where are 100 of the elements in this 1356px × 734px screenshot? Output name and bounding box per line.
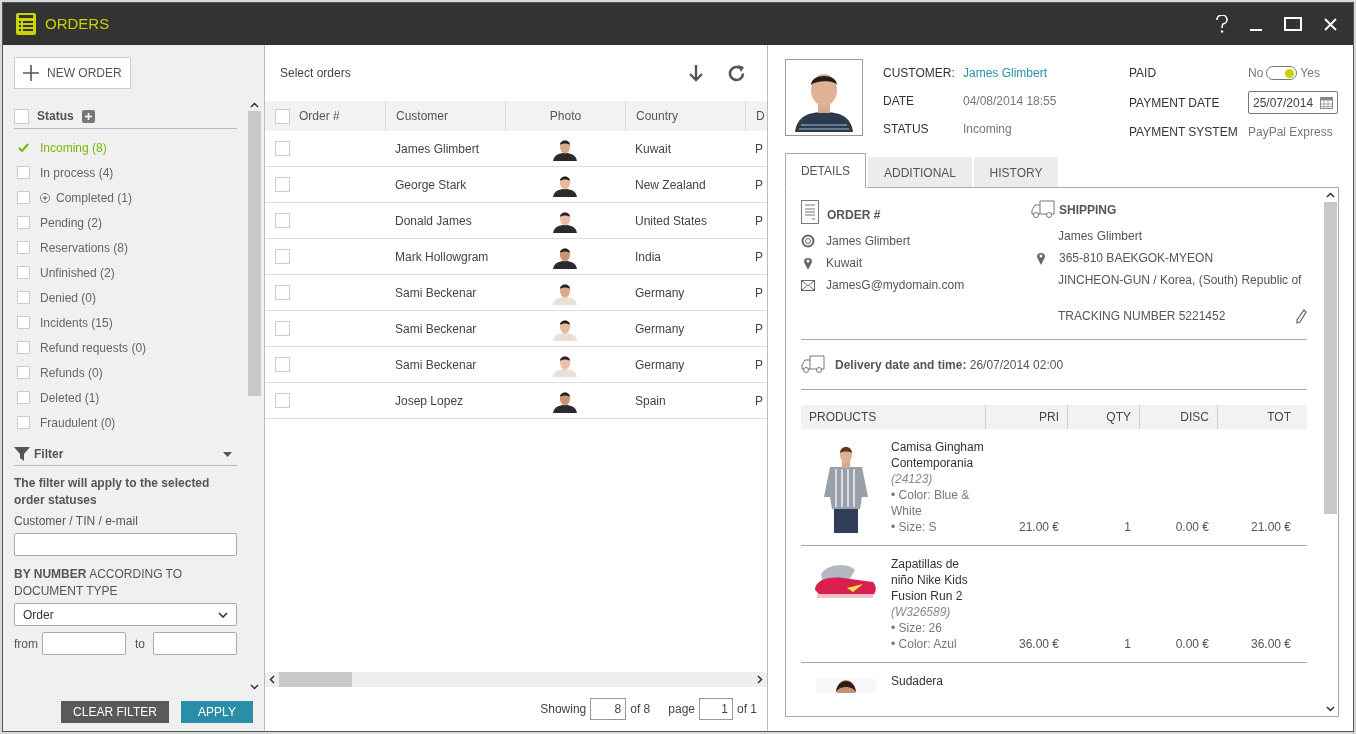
status-item[interactable]: Fraudulent (0) bbox=[40, 413, 116, 432]
status-item[interactable]: Deleted (1) bbox=[40, 388, 100, 407]
table-cell-text: Germany bbox=[635, 320, 685, 338]
column-header[interactable]: Order # bbox=[299, 107, 340, 125]
column-header[interactable]: QTY bbox=[1106, 408, 1131, 426]
checkbox[interactable] bbox=[17, 416, 30, 429]
checkbox[interactable] bbox=[17, 166, 30, 179]
checkbox[interactable] bbox=[275, 321, 290, 336]
tab[interactable]: DETAILS bbox=[785, 153, 866, 188]
clear-filter-button[interactable]: CLEAR FILTER bbox=[61, 701, 169, 723]
field-label: CUSTOMER: bbox=[883, 65, 956, 82]
chevron-down-icon[interactable] bbox=[249, 684, 259, 690]
dropdown[interactable]: Order bbox=[14, 603, 237, 626]
status-item[interactable]: Reservations (8) bbox=[40, 238, 129, 257]
date-field[interactable]: 25/07/2014 bbox=[1248, 91, 1338, 114]
customer-link[interactable]: James Glimbert bbox=[963, 64, 1048, 82]
field-label: PAYMENT DATE bbox=[1129, 94, 1221, 112]
status-item[interactable]: Incidents (15) bbox=[40, 313, 113, 332]
checkbox[interactable] bbox=[17, 216, 30, 229]
checkbox[interactable] bbox=[275, 249, 290, 264]
refresh-icon[interactable] bbox=[728, 64, 746, 82]
status-item[interactable]: In process (4) bbox=[40, 163, 114, 182]
checkbox[interactable] bbox=[17, 266, 30, 279]
help-icon[interactable] bbox=[1216, 15, 1228, 33]
page-size-field[interactable]: 8 bbox=[590, 698, 627, 720]
chevron-up-icon[interactable] bbox=[249, 102, 259, 108]
column-header[interactable]: Customer bbox=[396, 107, 448, 125]
column-header[interactable]: Country bbox=[636, 107, 679, 125]
checkbox[interactable] bbox=[275, 108, 290, 124]
column-header[interactable]: PRODUCTS bbox=[809, 408, 877, 426]
plus-icon bbox=[23, 65, 39, 81]
input-field[interactable] bbox=[42, 632, 126, 655]
checkbox[interactable] bbox=[275, 177, 290, 192]
checkbox[interactable] bbox=[17, 291, 30, 304]
address-line: 365-810 BAEKGOK-MYEON bbox=[1059, 250, 1214, 267]
maximize-icon[interactable] bbox=[1284, 17, 1302, 31]
checkbox[interactable] bbox=[17, 366, 30, 379]
status-item[interactable]: Refund requests (0) bbox=[40, 338, 147, 357]
tracking-number: TRACKING NUMBER 5221452 bbox=[1058, 308, 1226, 325]
table-cell: 21.00 € bbox=[1018, 519, 1059, 535]
checkbox[interactable] bbox=[275, 285, 290, 300]
envelope-icon bbox=[801, 279, 815, 291]
section-title: SHIPPING bbox=[1059, 202, 1117, 219]
download-arrow-icon[interactable] bbox=[689, 64, 703, 82]
product-option: • Size: S bbox=[891, 519, 985, 535]
chevron-down-icon[interactable] bbox=[1326, 706, 1335, 712]
checkbox[interactable] bbox=[17, 341, 30, 354]
apply-button[interactable]: APPLY bbox=[181, 701, 253, 723]
table-cell-text: Josep Lopez bbox=[395, 392, 464, 410]
input-field[interactable] bbox=[153, 632, 237, 655]
chevron-left-icon[interactable] bbox=[269, 675, 275, 684]
scrollbar-thumb[interactable] bbox=[247, 111, 261, 396]
checkbox[interactable] bbox=[275, 357, 290, 372]
checkbox[interactable] bbox=[14, 108, 29, 124]
status-item[interactable]: Pending (2) bbox=[40, 213, 103, 232]
field-label: Customer / TIN / e-mail bbox=[14, 513, 139, 530]
column-header[interactable]: Photo bbox=[549, 107, 582, 125]
status-item[interactable]: Completed (1) bbox=[56, 188, 133, 207]
checkbox[interactable] bbox=[17, 391, 30, 404]
scrollbar-thumb[interactable] bbox=[279, 672, 352, 687]
tab[interactable]: HISTORY bbox=[974, 157, 1058, 188]
input-field[interactable] bbox=[14, 533, 237, 556]
chevron-right-icon[interactable] bbox=[757, 675, 763, 684]
expand-icon[interactable] bbox=[40, 192, 50, 203]
checkbox[interactable] bbox=[17, 316, 30, 329]
table-cell-text: P bbox=[755, 248, 763, 266]
lifebuoy-icon bbox=[801, 234, 815, 248]
tab[interactable]: ADDITIONAL bbox=[868, 157, 972, 188]
panel-title: Select orders bbox=[280, 65, 351, 82]
column-header[interactable]: D bbox=[756, 107, 765, 125]
scrollbar-thumb[interactable] bbox=[1324, 202, 1337, 514]
checkbox[interactable] bbox=[275, 393, 290, 408]
close-icon[interactable] bbox=[1324, 17, 1337, 31]
checkbox[interactable] bbox=[275, 213, 290, 228]
chevron-up-icon[interactable] bbox=[1326, 192, 1335, 198]
scrollbar[interactable] bbox=[247, 99, 261, 693]
product-name: Camisa Gingham Contemporania bbox=[891, 439, 985, 471]
checkbox[interactable] bbox=[17, 241, 30, 254]
table-cell: 21.00 € bbox=[1250, 519, 1291, 535]
plus-icon[interactable] bbox=[81, 109, 95, 123]
column-header[interactable]: PRI bbox=[1039, 408, 1059, 426]
toggle-label: No bbox=[1248, 65, 1264, 82]
toggle-label: Yes bbox=[1300, 65, 1320, 82]
checkbox[interactable] bbox=[17, 141, 30, 154]
page-number-field[interactable]: 1 bbox=[699, 698, 733, 720]
table-cell-text: United States bbox=[635, 212, 708, 230]
new-order-button[interactable]: NEW ORDER bbox=[14, 57, 131, 89]
table-cell-text: Sami Beckenar bbox=[395, 284, 477, 302]
checkbox[interactable] bbox=[275, 141, 290, 156]
column-header[interactable]: DISC bbox=[1180, 408, 1209, 426]
checkbox[interactable] bbox=[17, 191, 30, 204]
truck-icon bbox=[801, 355, 825, 374]
horizontal-scrollbar[interactable] bbox=[265, 672, 767, 687]
status-item[interactable]: Unfinished (2) bbox=[40, 263, 115, 282]
status-item[interactable]: Refunds (0) bbox=[40, 363, 103, 382]
location-pin-icon bbox=[801, 256, 815, 270]
status-item[interactable]: Denied (0) bbox=[40, 288, 97, 307]
column-header[interactable]: TOT bbox=[1267, 408, 1291, 426]
pencil-icon[interactable] bbox=[1296, 308, 1307, 324]
caret-icon[interactable] bbox=[223, 451, 232, 457]
